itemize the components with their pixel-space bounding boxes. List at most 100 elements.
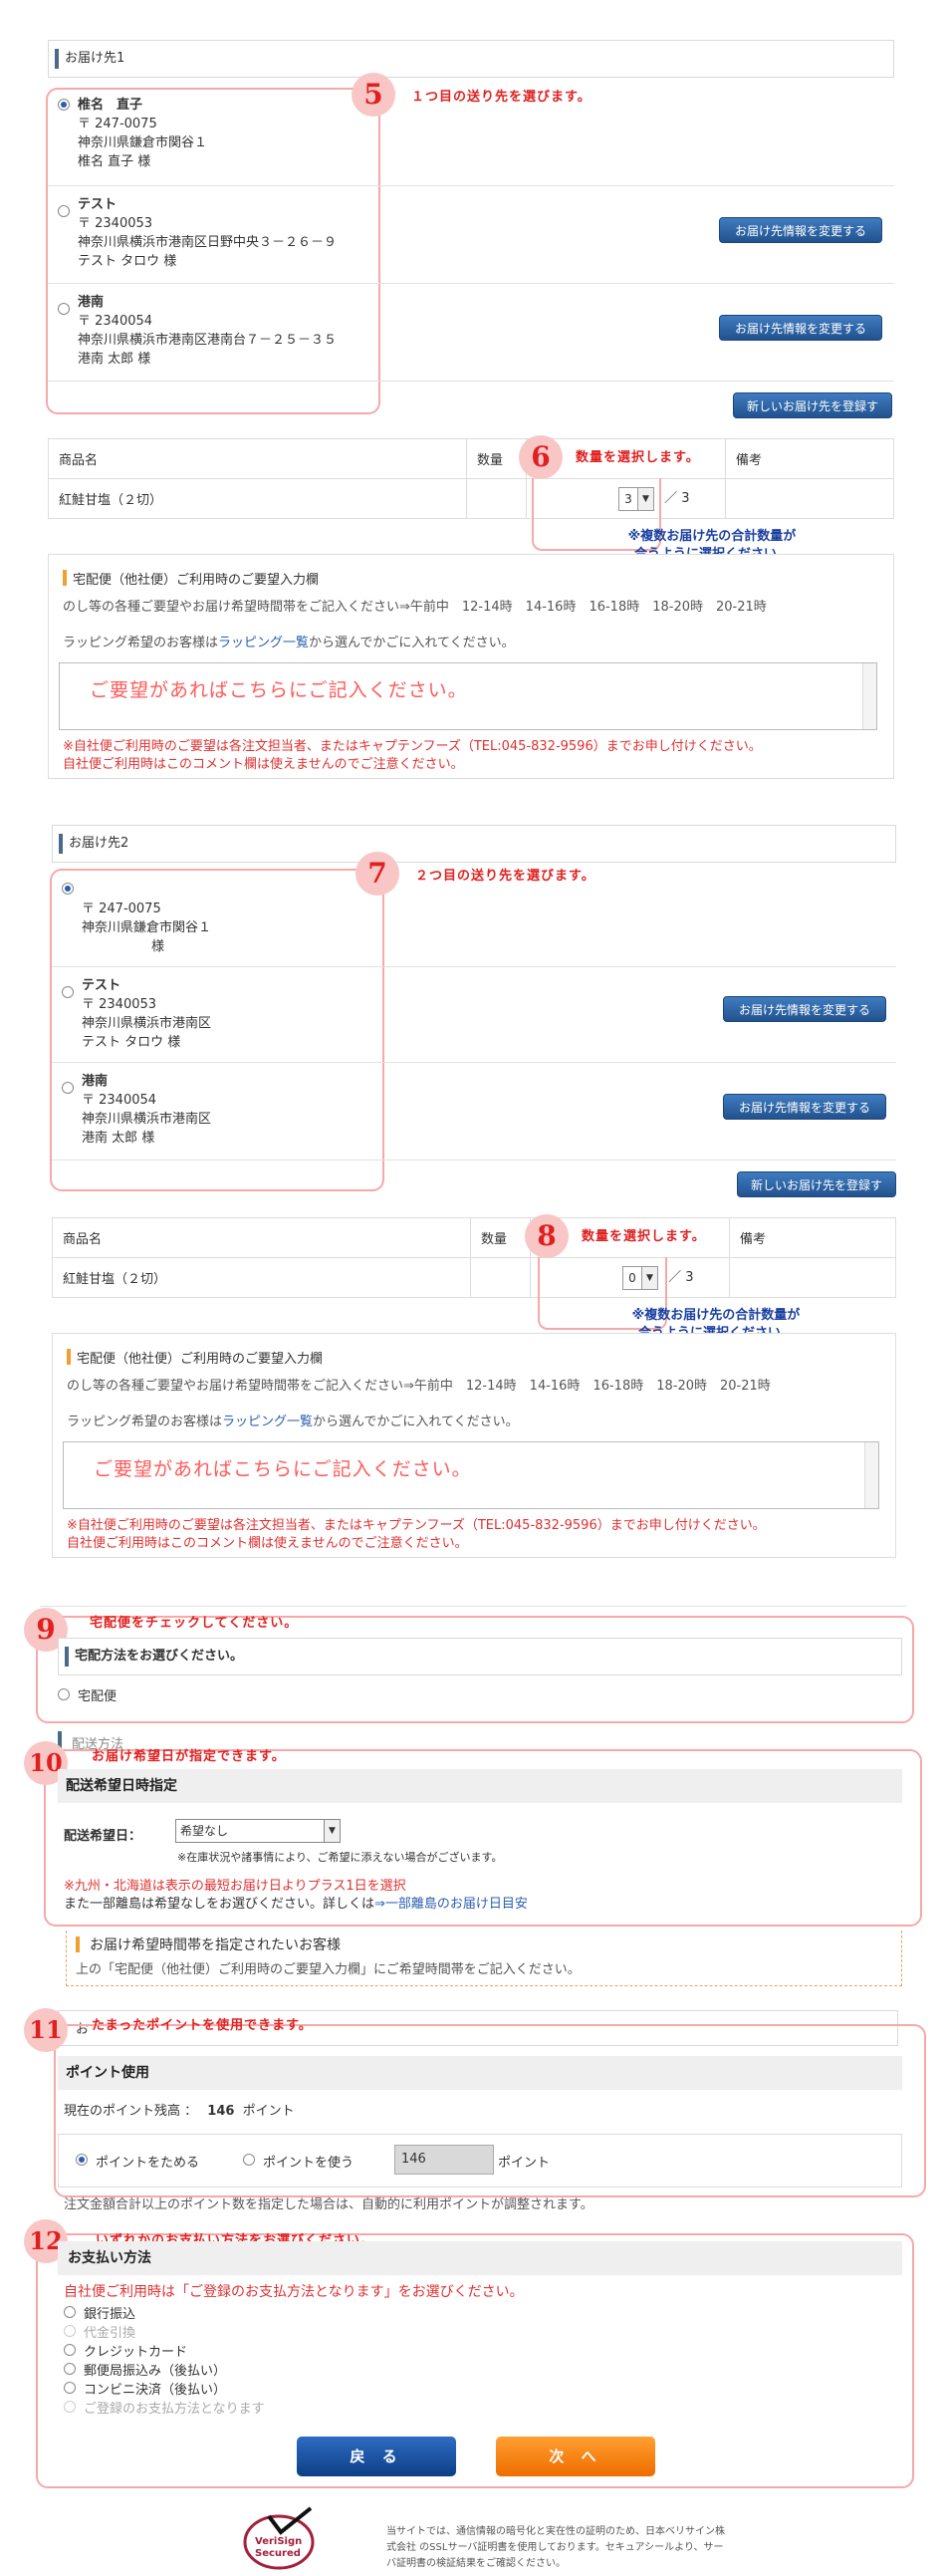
payment-method-radio[interactable] (64, 2382, 76, 2394)
payment-method-radio (64, 2401, 76, 2413)
datetime-small-note: ※在庫状況や諸事情により、ご希望に添えない場合がございます。 (177, 1851, 503, 1864)
points-balance-value: 146 (207, 2104, 235, 2119)
next-button[interactable]: 次 へ (496, 2437, 655, 2476)
address-radio-3[interactable] (58, 303, 70, 315)
new-address-button[interactable]: 新しいお届け先を登録する (733, 392, 892, 439)
payment-method-radio[interactable] (64, 2344, 76, 2356)
footer-ssl-text: 当サイトでは、通信情報の暗号化と実在性の証明のため、日本ベリサイン株式会社 のS… (386, 2526, 725, 2569)
address-divider (52, 1062, 896, 1063)
change-address-button-3[interactable]: お届け先情報を変更する (719, 315, 882, 341)
address2-option-1[interactable]: 〒 247-0075 神奈川県鎌倉市関谷１ 様 (62, 881, 380, 956)
change-address-button-2[interactable]: お届け先情報を変更する (719, 217, 882, 243)
verisign-seal[interactable]: VeriSign Secured (241, 2506, 323, 2570)
points-save-label: ポイントをためる (96, 2156, 200, 2171)
payment-method-option[interactable]: コンビニ決済（後払い） (64, 2379, 226, 2398)
delivery-option[interactable]: 宅配便 (58, 1685, 117, 1704)
chevron-down-icon[interactable]: ▼ (324, 1820, 340, 1842)
address-name: テスト (82, 978, 121, 993)
address-radio-1[interactable] (58, 99, 70, 111)
request-instructions: のし等の各種ご要望やお届け希望時間帯をご記入ください⇒午前中 12-14時 14… (63, 600, 767, 615)
payment-method-label: ご登録のお支払方法となります (84, 2402, 265, 2417)
delivery-date-select[interactable]: 希望なし ▼ (175, 1819, 341, 1843)
address-person: 港南 太郎 様 (82, 1131, 155, 1146)
request-note-1: ※自社便ご利用時のご要望は各注文担当者、またはキャプテンフーズ（TEL:045-… (67, 1518, 766, 1533)
payment-method-option[interactable]: 郵便局振込み（後払い） (64, 2360, 226, 2379)
wrapping-text: から選んでかごに入れてください。 (313, 1415, 519, 1429)
request-instructions: のし等の各種ご要望やお届け希望時間帯をご記入ください⇒午前中 12-14時 14… (67, 1379, 771, 1394)
step8-number: 8 (525, 1214, 569, 1258)
address-street: 神奈川県横浜市港南区 (82, 1016, 212, 1031)
points-option-save[interactable]: ポイントをためる (76, 2152, 199, 2171)
change-address2-button-2[interactable]: お届け先情報を変更する (723, 996, 886, 1022)
section-divider (40, 1606, 906, 1607)
wrapping-list-link[interactable]: ラッピング一覧 (218, 636, 309, 650)
goods-note-cell (729, 1257, 896, 1298)
seal-text-1: VeriSign (255, 2536, 303, 2547)
address-person: テスト タロウ 様 (78, 254, 177, 269)
wrapping-list-link[interactable]: ラッピング一覧 (222, 1415, 313, 1429)
address-divider (48, 381, 894, 382)
request-wrapping: ラッピング希望のお客様はラッピング一覧から選んでかごに入れてください。 (63, 635, 515, 652)
address-name: 椎名 直子 (78, 98, 143, 113)
datetime-label: 配送希望日： (64, 1829, 142, 1844)
address2-option-2[interactable]: テスト 〒 2340053 神奈川県横浜市港南区 テスト タロウ 様 (62, 976, 400, 1052)
textarea-scrollbar[interactable] (862, 663, 876, 729)
payment-method-radio[interactable] (64, 2363, 76, 2375)
goods-cell (466, 478, 527, 519)
address-zip: 〒 2340054 (82, 1093, 157, 1108)
payment-method-radio[interactable] (64, 2306, 76, 2318)
address-street: 神奈川県横浜市港南区 (82, 1112, 212, 1127)
back-button[interactable]: 戻 る (297, 2437, 456, 2476)
wrapping-text: から選んでかごに入れてください。 (309, 636, 515, 650)
address2-radio-1[interactable] (62, 883, 74, 895)
address-option-3[interactable]: 港南 〒 2340054 神奈川県横浜市港南区港南台７－２５－３５ 港南 太郎 … (58, 293, 396, 369)
request-placeholder: ご要望があればこちらにご記入ください。 (90, 679, 468, 701)
payment-title: お支払い方法 (58, 2241, 902, 2275)
address-divider (52, 966, 896, 967)
step11-number: 11 (24, 2008, 68, 2052)
delivery-radio[interactable] (58, 1688, 70, 1700)
qty-note-line: ※複数お届け先の合計数量が (627, 529, 797, 544)
time-panel-title-text: お届け希望時間帯を指定されたいお客様 (90, 1937, 341, 1953)
request-textarea-2[interactable]: ご要望があればこちらにご記入ください。 (63, 1441, 879, 1509)
address-street: 神奈川県鎌倉市関谷１ (78, 135, 208, 150)
goods-note-cell (725, 478, 894, 519)
payment-red-note: 自社便ご利用時は「ご登録のお支払方法となります」をお選びください。 (64, 2284, 524, 2300)
payment-method-option: 代金引換 (64, 2322, 135, 2341)
qty-total: ／ 3 (664, 491, 690, 506)
step6-number: 6 (519, 435, 563, 479)
address2-radio-2[interactable] (62, 986, 74, 998)
qty-note-line: ※複数お届け先の合計数量が (631, 1308, 801, 1323)
section1-title: お届け先1 (48, 40, 894, 78)
address-person: 様 (151, 939, 165, 954)
points-option-use[interactable]: ポイントを使う (243, 2152, 354, 2171)
points-input[interactable]: 146 (394, 2145, 494, 2175)
points-use-radio[interactable] (243, 2154, 255, 2166)
request-textarea-1[interactable]: ご要望があればこちらにご記入ください。 (59, 662, 877, 730)
address2-radio-3[interactable] (62, 1082, 74, 1094)
address-option-1[interactable]: 椎名 直子 〒 247-0075 神奈川県鎌倉市関谷１ 椎名 直子 様 (58, 96, 376, 171)
step7-note: ２つ目の送り先を選びます。 (415, 869, 595, 884)
seal-text-2: Secured (255, 2548, 301, 2559)
payment-method-label: 銀行振込 (84, 2307, 136, 2322)
island-delivery-link[interactable]: ⇒一部離島のお届け日目安 (374, 1897, 528, 1912)
change-address2-button-3[interactable]: お届け先情報を変更する (723, 1094, 886, 1120)
address-option-2[interactable]: テスト 〒 2340053 神奈川県横浜市港南区日野中央３－２６－９ テスト タ… (58, 195, 396, 271)
address-divider (48, 185, 894, 186)
time-panel-title: お届け希望時間帯を指定されたいお客様 (76, 1934, 341, 1954)
address-radio-2[interactable] (58, 205, 70, 217)
goods-header-name: 商品名 (52, 1217, 471, 1258)
wrapping-text: ラッピング希望のお客様は (67, 1415, 223, 1429)
payment-method-option[interactable]: 銀行振込 (64, 2303, 135, 2322)
points-footnote: 注文金額合計以上のポイント数を指定した場合は、自動的に利用ポイントが調整されます… (64, 2197, 593, 2212)
textarea-scrollbar[interactable] (864, 1442, 878, 1508)
delivery-option-label: 宅配便 (78, 1689, 118, 1704)
datetime-title: 配送希望日時指定 (58, 1769, 902, 1803)
payment-method-option: ご登録のお支払方法となります (64, 2398, 265, 2417)
address-zip: 〒 2340054 (78, 314, 153, 329)
address-street: 神奈川県鎌倉市関谷１ (82, 920, 212, 935)
payment-method-option[interactable]: クレジットカード (64, 2341, 187, 2360)
points-save-radio[interactable] (76, 2154, 88, 2166)
address2-option-3[interactable]: 港南 〒 2340054 神奈川県横浜市港南区 港南 太郎 様 (62, 1072, 400, 1148)
new-address2-button[interactable]: 新しいお届け先を登録する (737, 1171, 896, 1218)
